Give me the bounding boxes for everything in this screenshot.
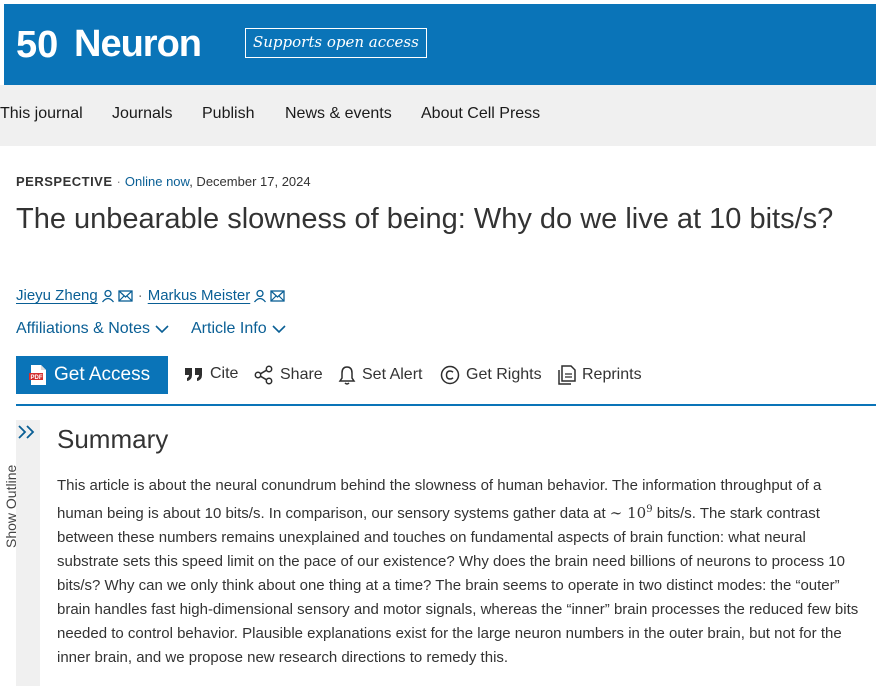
meta-separator: · <box>116 174 121 189</box>
summary-text: This article is about the neural conundr… <box>57 474 869 670</box>
author-list: Jieyu Zheng · Markus Meister <box>16 287 285 304</box>
copyright-icon <box>440 365 460 385</box>
nav-item-journals[interactable]: Journals <box>112 105 172 123</box>
cite-label: Cite <box>210 365 239 382</box>
reprints-label: Reprints <box>582 366 642 383</box>
nav-item-publish[interactable]: Publish <box>202 105 254 123</box>
nav-item-this-journal[interactable]: This journal <box>0 105 83 123</box>
journal-logo[interactable]: 50 Neuron <box>16 23 202 65</box>
double-chevron-right-icon[interactable] <box>17 424 37 440</box>
article-meta: PERSPECTIVE · Online now, December 17, 202… <box>16 174 311 189</box>
open-access-badge[interactable]: Supports open access <box>245 28 427 58</box>
get-rights-button[interactable]: Get Rights <box>440 365 542 385</box>
get-rights-label: Get Rights <box>466 366 542 383</box>
author-separator: · <box>137 287 143 304</box>
article-type: PERSPECTIVE <box>16 174 113 189</box>
share-label: Share <box>280 366 323 383</box>
logo-text: Neuron <box>74 23 202 65</box>
site-header: 50 Neuron Supports open access <box>4 4 876 85</box>
set-alert-button[interactable]: Set Alert <box>338 365 422 385</box>
summary-text-part: bits/s. The stark contrast between these… <box>57 505 859 666</box>
share-icon <box>254 365 273 385</box>
article-info-links: Affiliations & Notes Article Info <box>16 320 308 338</box>
anniversary-50-icon: 50 <box>16 24 58 64</box>
quote-icon <box>185 368 202 381</box>
outline-rail[interactable] <box>16 420 40 686</box>
article-info-label: Article Info <box>191 320 267 337</box>
affiliations-toggle[interactable]: Affiliations & Notes <box>16 320 169 338</box>
article-toolbar: PDF Get Access Cite Share Set Alert Get … <box>16 356 876 406</box>
svg-text:PDF: PDF <box>31 375 43 381</box>
email-icon[interactable] <box>270 289 285 302</box>
svg-text:50: 50 <box>16 24 58 64</box>
math-base: ∼ 10 <box>609 504 647 522</box>
share-button[interactable]: Share <box>254 365 323 385</box>
pdf-icon: PDF <box>29 365 46 385</box>
article-title: The unbearable slowness of being: Why do… <box>16 203 834 235</box>
show-outline-label[interactable]: Show Outline <box>3 465 19 548</box>
get-access-button[interactable]: PDF Get Access <box>16 356 168 394</box>
person-icon[interactable] <box>101 289 115 303</box>
math-expression: ∼ 109 <box>610 504 653 522</box>
bell-icon <box>338 366 356 385</box>
email-icon[interactable] <box>118 289 133 302</box>
cite-button[interactable]: Cite <box>184 365 238 383</box>
affiliations-label: Affiliations & Notes <box>16 320 150 337</box>
summary-heading: Summary <box>57 424 169 454</box>
nav-item-about-cell-press[interactable]: About Cell Press <box>421 105 540 123</box>
chevron-down-icon <box>272 324 286 333</box>
online-status: Online now <box>124 174 190 189</box>
reprints-icon <box>558 365 576 385</box>
nav-item-news-events[interactable]: News & events <box>285 105 392 123</box>
reprints-button[interactable]: Reprints <box>558 365 642 385</box>
chevron-down-icon <box>155 324 169 333</box>
author-link[interactable]: Jieyu Zheng <box>16 287 98 304</box>
person-icon[interactable] <box>253 289 267 303</box>
author-link[interactable]: Markus Meister <box>148 287 251 304</box>
main-nav: This journal Journals Publish News & eve… <box>0 85 876 146</box>
get-access-label: Get Access <box>54 364 151 385</box>
set-alert-label: Set Alert <box>362 366 423 383</box>
publication-date: , December 17, 2024 <box>189 174 311 189</box>
article-info-toggle[interactable]: Article Info <box>191 320 286 338</box>
